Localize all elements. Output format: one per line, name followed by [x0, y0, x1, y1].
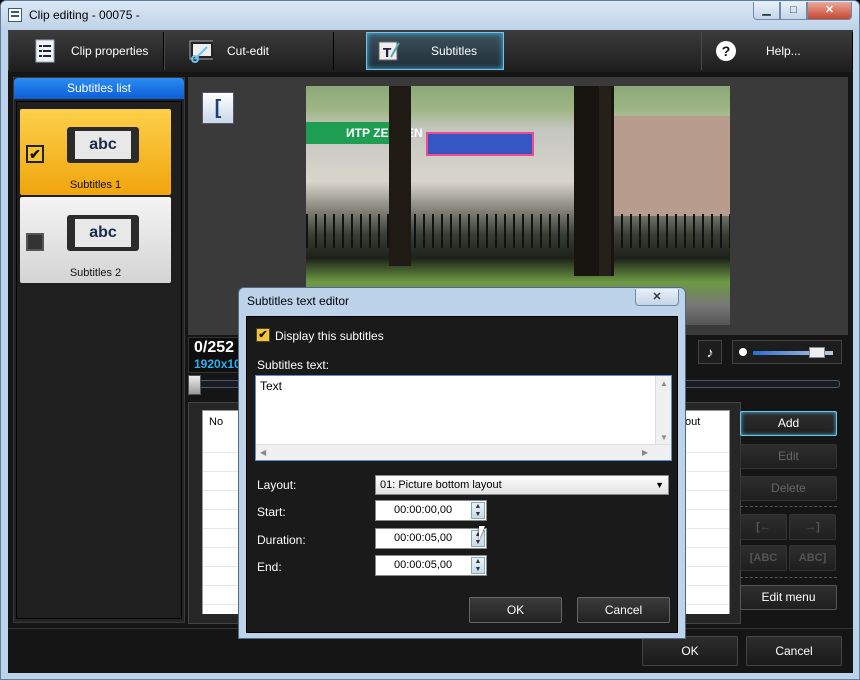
tab-label: Subtitles — [431, 44, 478, 58]
tab-label: Cut-edit — [227, 44, 270, 58]
audio-track-icon[interactable]: ♪ — [698, 340, 722, 364]
abc-start-button[interactable]: [ABC — [740, 545, 787, 571]
dialog-close-button[interactable]: ✕ — [635, 289, 679, 306]
vertical-scrollbar[interactable]: ▲ ▼ — [655, 376, 671, 446]
scroll-down-icon[interactable]: ▼ — [660, 433, 668, 442]
start-label: Start: — [257, 505, 286, 519]
prev-subtitle-button[interactable]: [← — [740, 514, 787, 540]
bracket-icon[interactable]: [ — [202, 92, 234, 124]
tab-clip-properties[interactable]: Clip properties — [8, 32, 164, 70]
volume-control: ♪ — [698, 339, 848, 365]
building — [606, 116, 730, 216]
scroll-up-icon[interactable]: ▲ — [660, 379, 668, 388]
delete-button[interactable]: Delete — [740, 476, 837, 501]
display-subtitles-label[interactable]: Display this subtitles — [275, 329, 384, 343]
tab-label: Help... — [766, 44, 801, 58]
subtitles-list: ✔ abc Subtitles 1 abc Subtitles 2 — [16, 101, 182, 619]
subtitles-text-label: Subtitles text: — [257, 358, 330, 372]
layout-select[interactable]: 01: Picture bottom layout ▼ — [375, 475, 669, 495]
tab-help[interactable]: ? Help... — [701, 32, 853, 70]
dialog-ok-button[interactable]: OK — [469, 597, 562, 623]
layout-label: Layout: — [257, 478, 297, 492]
subtitle-icon: T — [377, 39, 401, 63]
subtitles-text-editor-dialog: Subtitles text editor ✕ ✔ Display this s… — [238, 287, 686, 639]
tab-subtitles[interactable]: T Subtitles — [366, 32, 504, 70]
subtitles-text-input[interactable]: Text ▲ ▼ ◀ ▶ — [255, 375, 672, 461]
seek-thumb[interactable] — [188, 375, 201, 395]
chevron-down-icon: ▼ — [655, 480, 664, 490]
subtitles-list-header: Subtitles list — [14, 78, 184, 99]
cancel-button[interactable]: Cancel — [746, 636, 842, 666]
close-button[interactable]: ✕ — [807, 2, 852, 20]
abc-end-button[interactable]: ABC] — [789, 545, 836, 571]
mouse-cursor-icon — [479, 526, 485, 540]
edit-button[interactable]: Edit — [740, 444, 837, 469]
duration-label: Duration: — [257, 533, 306, 547]
end-time-value: 00:00:05,00 — [394, 559, 453, 571]
subtitle-1-checkbox[interactable]: ✔ — [26, 145, 44, 163]
subtitles-text-value: Text — [260, 379, 283, 393]
subtitle-item-1[interactable]: ✔ abc Subtitles 1 — [20, 109, 171, 195]
list-icon — [33, 39, 57, 63]
tab-label: Clip properties — [71, 44, 149, 58]
edit-menu-button[interactable]: Edit menu — [740, 585, 837, 610]
volume-icon — [739, 348, 747, 356]
volume-thumb[interactable] — [809, 347, 825, 358]
duration-value: 00:00:05,00 — [394, 532, 453, 544]
maximize-button[interactable]: □ — [780, 2, 807, 20]
divider — [740, 506, 837, 507]
display-subtitles-checkbox[interactable]: ✔ — [256, 328, 270, 342]
clip-editing-window: Clip editing - 00075 - ▁ □ ✕ Clip proper… — [0, 0, 860, 680]
tab-bar: Clip properties Cut-edit T Subtitles ? H… — [8, 30, 853, 72]
column-header-no[interactable]: No — [203, 411, 223, 433]
end-label: End: — [257, 560, 282, 574]
divider — [740, 577, 837, 578]
scroll-right-icon[interactable]: ▶ — [642, 448, 648, 457]
store-banner — [426, 132, 534, 156]
dialog-body: ✔ Display this subtitles Subtitles text:… — [246, 316, 678, 633]
stepper-icon[interactable]: ▲ ▼ — [471, 557, 485, 574]
store-sign-text: ИТР ZENDEN — [346, 126, 423, 140]
subtitle-item-2[interactable]: abc Subtitles 2 — [20, 197, 171, 283]
svg-text:T: T — [383, 46, 392, 60]
tab-cut-edit[interactable]: Cut-edit — [164, 32, 334, 70]
subtitle-item-label: Subtitles 1 — [69, 179, 122, 191]
subtitle-2-checkbox[interactable] — [26, 233, 44, 251]
film-thumbnail-icon: abc — [67, 127, 139, 163]
dialog-cancel-button[interactable]: Cancel — [577, 597, 670, 623]
minimize-button[interactable]: ▁ — [753, 2, 780, 20]
dialog-title: Subtitles text editor — [247, 294, 350, 308]
film-thumbnail-icon: abc — [67, 215, 139, 251]
layout-value: 01: Picture bottom layout — [380, 479, 502, 491]
tree-trunk — [389, 86, 411, 266]
volume-slider[interactable] — [732, 340, 842, 364]
tree-trunk — [599, 86, 611, 276]
title-bar[interactable]: Clip editing - 00075 - ▁ □ ✕ — [1, 1, 859, 29]
ok-button[interactable]: OK — [642, 636, 738, 666]
subtitle-item-label: Subtitles 2 — [69, 267, 122, 279]
window-title: Clip editing - 00075 - — [29, 8, 140, 22]
scissors-icon — [189, 39, 213, 63]
add-button[interactable]: Add — [740, 411, 837, 436]
help-icon: ? — [714, 39, 738, 63]
start-time-field[interactable]: 00:00:00,00 ▲ ▼ — [375, 500, 487, 521]
duration-field[interactable]: 00:00:05,00 ▲ ▼ — [375, 528, 487, 549]
next-subtitle-button[interactable]: →] — [789, 514, 836, 540]
end-time-field[interactable]: 00:00:05,00 ▲ ▼ — [375, 555, 487, 576]
horizontal-scrollbar[interactable]: ◀ ▶ — [256, 444, 671, 460]
stepper-icon[interactable]: ▲ ▼ — [471, 502, 485, 519]
fence — [306, 214, 730, 248]
start-time-value: 00:00:00,00 — [394, 504, 453, 516]
scroll-left-icon[interactable]: ◀ — [260, 448, 266, 457]
app-icon — [8, 8, 22, 22]
subtitles-list-panel: Subtitles list ✔ abc Subtitles 1 abc Sub… — [13, 77, 185, 623]
